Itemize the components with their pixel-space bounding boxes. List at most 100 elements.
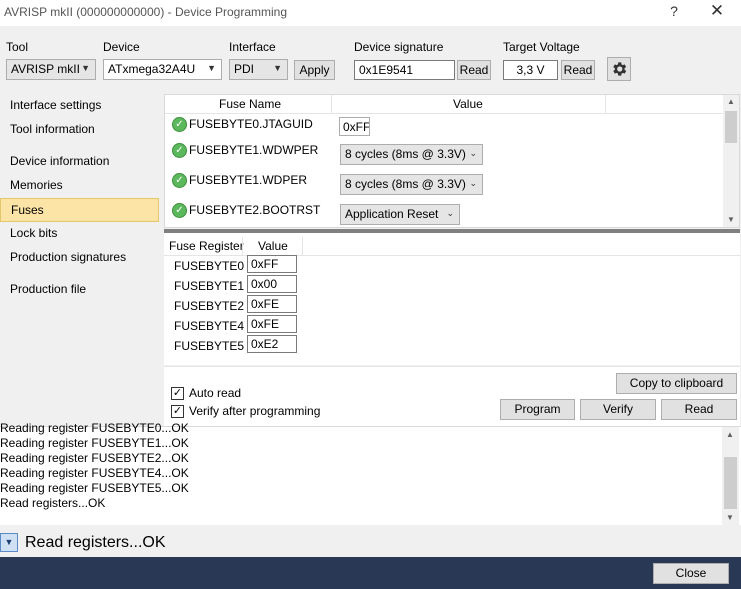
status-text: Read registers...OK	[25, 534, 166, 551]
device-label: Device	[103, 40, 140, 54]
col-fuse-name: Fuse Name	[219, 97, 282, 111]
verify-button[interactable]: Verify	[580, 399, 656, 420]
sidebar-item-tool-information[interactable]: Tool information	[0, 118, 159, 142]
column-divider	[605, 95, 606, 114]
log-line: Reading register FUSEBYTE5...OK	[0, 481, 189, 495]
ok-check-icon: ✓	[172, 203, 187, 218]
col-register-value: Value	[258, 239, 288, 253]
copy-to-clipboard-button[interactable]: Copy to clipboard	[616, 373, 737, 394]
register-table: Fuse Register Value FUSEBYTE0 0xFF FUSEB…	[164, 233, 740, 365]
scroll-up-icon[interactable]: ▲	[722, 430, 738, 439]
register-value-field[interactable]: 0xFE	[247, 295, 297, 313]
sidebar-item-memories[interactable]: Memories	[0, 174, 159, 198]
fuse-wdper-select[interactable]: 8 cycles (8ms @ 3.3V) ⌄	[340, 174, 483, 195]
register-name: FUSEBYTE1	[174, 279, 245, 293]
fuse-bootrst-select[interactable]: Application Reset ⌄	[340, 204, 460, 225]
gear-icon	[613, 62, 627, 76]
register-value-field[interactable]: 0x00	[247, 275, 297, 293]
register-table-header: Fuse Register Value	[164, 237, 740, 256]
chevron-down-icon: ⌄	[446, 208, 454, 218]
register-value-field[interactable]: 0xE2	[247, 335, 297, 353]
scroll-thumb[interactable]	[724, 457, 737, 509]
log-line: Read registers...OK	[0, 496, 106, 510]
sidebar-item-fuses[interactable]: Fuses	[0, 198, 159, 222]
register-name: FUSEBYTE0	[174, 259, 245, 273]
log-line: Reading register FUSEBYTE4...OK	[0, 466, 189, 480]
column-divider	[302, 237, 303, 256]
signature-field[interactable]: 0x1E9541	[354, 60, 455, 80]
signature-read-button[interactable]: Read	[457, 60, 491, 80]
log-scrollbar[interactable]: ▲ ▼	[722, 427, 739, 525]
voltage-read-button[interactable]: Read	[561, 60, 595, 80]
footer: Close	[0, 557, 741, 589]
fuse-row-name: FUSEBYTE0.JTAGUID	[189, 117, 313, 131]
ok-check-icon: ✓	[172, 143, 187, 158]
voltage-field[interactable]: 3,3 V	[503, 60, 558, 80]
help-button[interactable]: ?	[667, 3, 681, 19]
register-value-field[interactable]: 0xFE	[247, 315, 297, 333]
scroll-up-icon[interactable]: ▲	[723, 97, 739, 106]
interface-label: Interface	[229, 40, 276, 54]
column-divider	[331, 95, 332, 114]
col-fuse-register: Fuse Register	[169, 239, 244, 253]
verify-after-programming-checkbox[interactable]: ✓	[171, 405, 184, 418]
action-panel: ✓ Auto read ✓ Verify after programming C…	[164, 366, 740, 426]
col-fuse-value: Value	[453, 97, 483, 111]
voltage-label: Target Voltage	[503, 40, 580, 54]
verify-after-programming-label: Verify after programming	[189, 404, 321, 418]
fuse-row-name: FUSEBYTE1.WDPER	[189, 173, 308, 187]
chevron-down-icon: ⌄	[469, 148, 477, 158]
apply-button[interactable]: Apply	[294, 60, 335, 80]
fuse-wdper-value: 8 cycles (8ms @ 3.3V)	[345, 177, 466, 191]
column-divider	[242, 237, 243, 256]
sidebar-item-lock-bits[interactable]: Lock bits	[0, 222, 159, 246]
chevron-down-icon: ▼	[81, 63, 90, 73]
log-output: Reading register FUSEBYTE0...OK Reading …	[0, 421, 741, 525]
sidebar-item-production-file[interactable]: Production file	[0, 278, 159, 302]
chevron-down-icon: ▼	[273, 63, 282, 73]
fuse-grid: Fuse Name Value ✓ FUSEBYTE0.JTAGUID 0xFF…	[164, 94, 740, 228]
scroll-thumb[interactable]	[725, 111, 737, 143]
log-line: Reading register FUSEBYTE2...OK	[0, 451, 189, 465]
read-button[interactable]: Read	[661, 399, 737, 420]
ok-check-icon: ✓	[172, 117, 187, 132]
window-title: AVRISP mkII (000000000000) - Device Prog…	[4, 5, 288, 19]
fuse-grid-scrollbar[interactable]: ▲ ▼	[723, 95, 739, 227]
interface-select[interactable]: PDI ▼	[229, 59, 288, 80]
register-name: FUSEBYTE5	[174, 339, 245, 353]
chevron-down-icon: ⌄	[469, 178, 477, 188]
auto-read-label: Auto read	[189, 386, 242, 400]
program-button[interactable]: Program	[500, 399, 575, 420]
scroll-down-icon[interactable]: ▼	[723, 215, 739, 224]
expand-log-toggle[interactable]: ▼	[0, 533, 18, 552]
scroll-down-icon[interactable]: ▼	[722, 513, 738, 522]
sidebar-item-production-signatures[interactable]: Production signatures	[0, 246, 159, 270]
register-name: FUSEBYTE4	[174, 319, 245, 333]
close-button[interactable]: Close	[653, 563, 729, 584]
fuse-row-name: FUSEBYTE2.BOOTRST	[189, 203, 321, 217]
ok-check-icon: ✓	[172, 173, 187, 188]
fuse-row-name: FUSEBYTE1.WDWPER	[189, 143, 319, 157]
sidebar-item-interface-settings[interactable]: Interface settings	[0, 94, 159, 118]
toolbar: Tool AVRISP mkII ▼ Device ATxmega32A4U ▼…	[0, 26, 741, 92]
register-name: FUSEBYTE2	[174, 299, 245, 313]
tool-select-value: AVRISP mkII	[11, 62, 80, 76]
window-close-button[interactable]: ✕	[708, 1, 726, 21]
fuse-wdwper-value: 8 cycles (8ms @ 3.3V)	[345, 147, 466, 161]
device-select[interactable]: ATxmega32A4U ▼	[103, 59, 222, 80]
fuse-jtaguid-field[interactable]: 0xFF	[339, 117, 370, 136]
settings-button[interactable]	[607, 57, 631, 81]
sidebar-item-device-information[interactable]: Device information	[0, 150, 159, 174]
tool-select[interactable]: AVRISP mkII ▼	[6, 59, 96, 80]
register-value-field[interactable]: 0xFF	[247, 255, 297, 273]
sidebar: Interface settings Tool information Devi…	[0, 92, 160, 426]
title-bar: AVRISP mkII (000000000000) - Device Prog…	[0, 0, 741, 26]
interface-select-value: PDI	[234, 62, 255, 76]
log-line: Reading register FUSEBYTE0...OK	[0, 421, 189, 435]
auto-read-checkbox[interactable]: ✓	[171, 387, 184, 400]
device-select-value: ATxmega32A4U	[108, 62, 196, 76]
log-line: Reading register FUSEBYTE1...OK	[0, 436, 189, 450]
status-bar: ▼ Read registers...OK	[0, 527, 741, 557]
fuse-wdwper-select[interactable]: 8 cycles (8ms @ 3.3V) ⌄	[340, 144, 483, 165]
chevron-down-icon: ▼	[207, 63, 216, 73]
